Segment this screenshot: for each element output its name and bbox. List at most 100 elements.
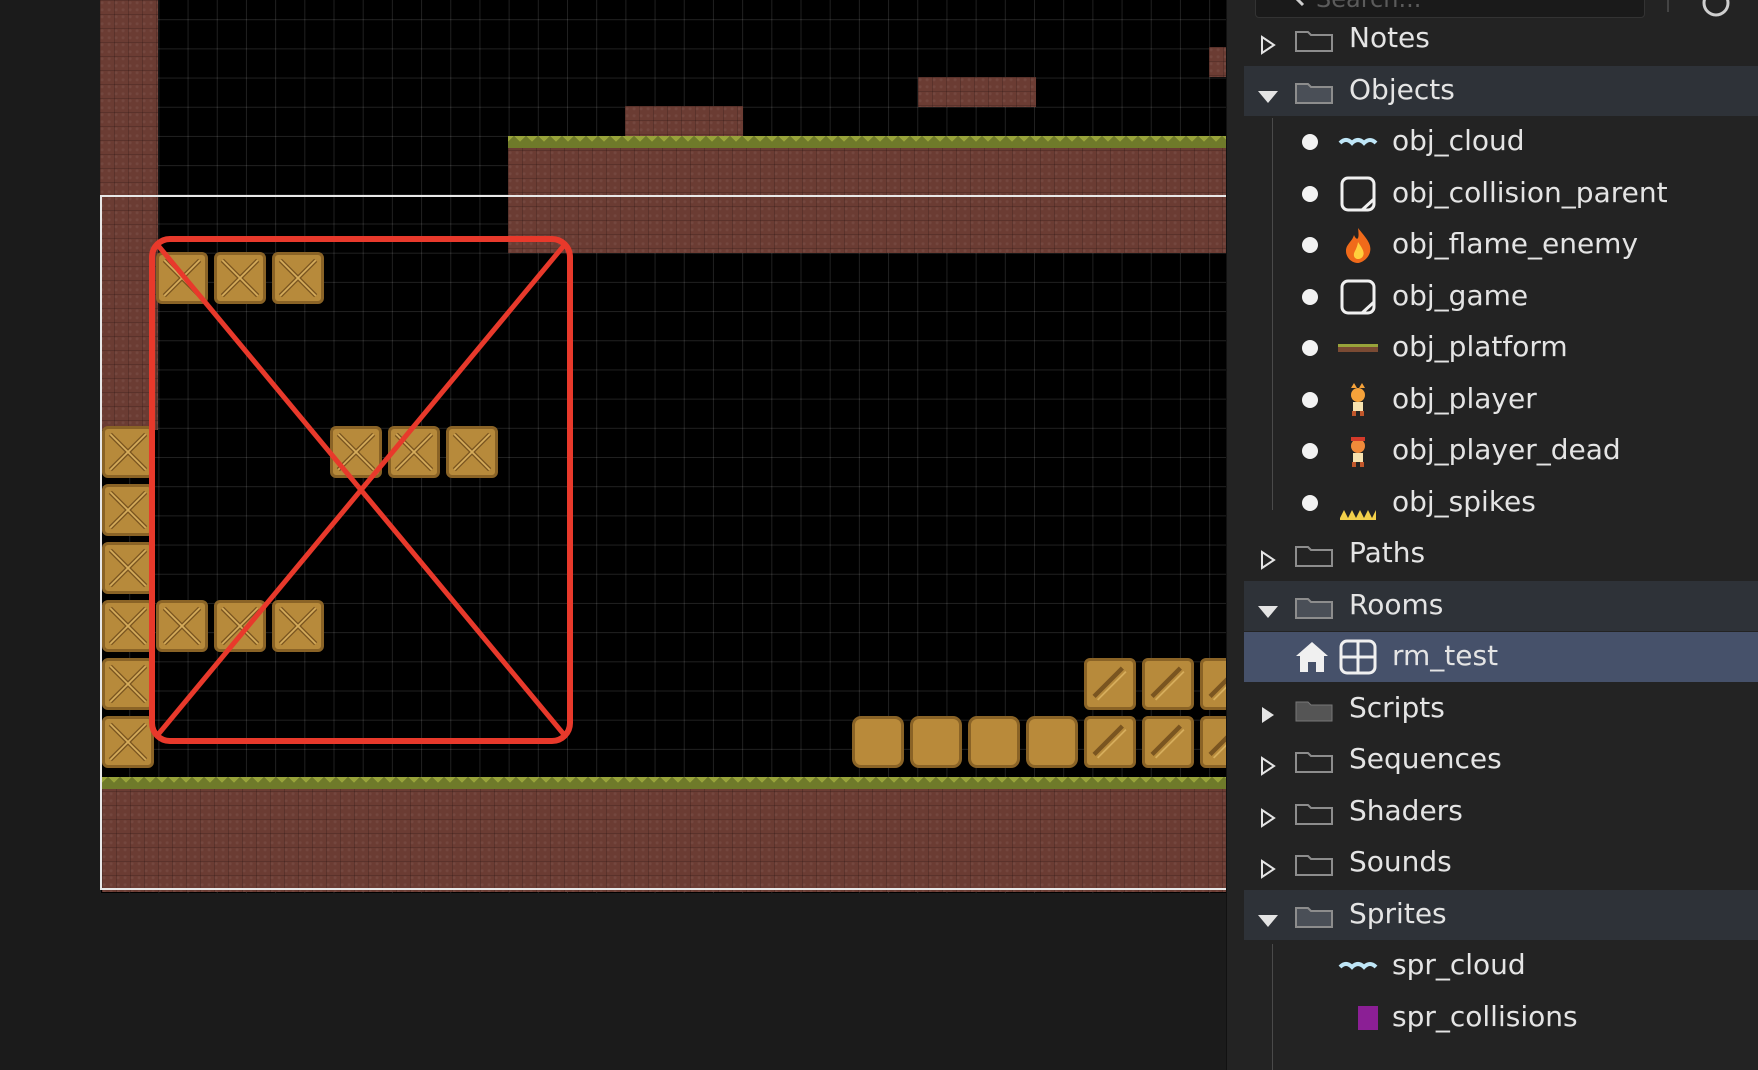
folder-icon bbox=[1294, 594, 1334, 619]
crate-tile bbox=[102, 426, 154, 478]
folder-label: Sprites bbox=[1349, 896, 1447, 930]
folder-label: Sounds bbox=[1349, 845, 1452, 878]
tree-item-obj-game[interactable]: obj_game bbox=[1244, 272, 1758, 322]
chevron-down-icon[interactable] bbox=[1258, 81, 1278, 103]
asset-label: obj_player_dead bbox=[1392, 433, 1621, 466]
chevron-right-icon[interactable] bbox=[1258, 750, 1278, 776]
tree-folder-sprites[interactable]: Sprites bbox=[1244, 889, 1758, 940]
asset-label: spr_collisions bbox=[1392, 999, 1578, 1033]
home-icon bbox=[1292, 638, 1332, 676]
tree-item-obj-player[interactable]: obj_player bbox=[1244, 375, 1758, 425]
tree-item-spr-collisions[interactable]: spr_collisions bbox=[1244, 993, 1758, 1043]
ground-tile-upper bbox=[508, 136, 1226, 253]
folder-label: Sequences bbox=[1349, 742, 1502, 775]
instance-dot-icon bbox=[1302, 443, 1318, 459]
purple-square-icon bbox=[1338, 999, 1382, 1037]
slash-crate-tile bbox=[1200, 658, 1226, 710]
folder-icon bbox=[1294, 79, 1334, 104]
plain-block-tile bbox=[968, 716, 1020, 768]
slash-crate-tile bbox=[1142, 658, 1194, 710]
tree-folder-objects[interactable]: Objects bbox=[1244, 65, 1758, 116]
crate-tile bbox=[102, 484, 154, 536]
chevron-down-icon[interactable] bbox=[1258, 596, 1278, 618]
room-editor-canvas[interactable] bbox=[0, 0, 1226, 1070]
tree-folder-paths[interactable]: Paths bbox=[1244, 529, 1758, 579]
asset-label: obj_cloud bbox=[1392, 124, 1525, 157]
folder-icon bbox=[1294, 697, 1334, 721]
tree-item-obj-cloud[interactable]: obj_cloud bbox=[1244, 117, 1758, 167]
instance-dot-icon bbox=[1302, 391, 1318, 408]
folder-icon bbox=[1294, 748, 1334, 773]
grass-edge bbox=[508, 136, 1226, 148]
tree-item-obj-spikes[interactable]: obj_spikes bbox=[1244, 478, 1758, 528]
chevron-right-icon[interactable] bbox=[1258, 544, 1278, 570]
instance-dot-icon bbox=[1302, 494, 1318, 511]
tree-item-obj-flame-enemy[interactable]: obj_flame_enemy bbox=[1244, 220, 1758, 270]
grass-edge bbox=[102, 777, 1226, 789]
crate-tile bbox=[102, 716, 154, 768]
collision-instance-outline[interactable] bbox=[148, 235, 574, 745]
folder-icon bbox=[1294, 851, 1334, 876]
asset-label: obj_player bbox=[1392, 381, 1537, 415]
ground-tile-ledge bbox=[1209, 47, 1226, 77]
toolbar-divider bbox=[1667, 0, 1669, 12]
search-icon bbox=[1295, 0, 1305, 7]
room-icon bbox=[1338, 638, 1378, 676]
tree-folder-shaders[interactable]: Shaders bbox=[1244, 787, 1758, 837]
plain-block-tile bbox=[1026, 716, 1078, 768]
player-dead-icon bbox=[1338, 432, 1378, 470]
spikes-icon bbox=[1338, 484, 1378, 522]
folder-icon bbox=[1294, 542, 1334, 567]
chevron-right-icon[interactable] bbox=[1258, 853, 1278, 879]
search-placeholder: Search... bbox=[1316, 0, 1421, 13]
asset-label: rm_test bbox=[1392, 639, 1499, 672]
folder-icon bbox=[1294, 800, 1334, 825]
folder-label: Paths bbox=[1349, 536, 1426, 569]
tree-item-obj-platform[interactable]: obj_platform bbox=[1244, 323, 1758, 373]
folder-label: Notes bbox=[1349, 21, 1430, 54]
cloud-icon bbox=[1338, 947, 1378, 985]
asset-browser-panel: Search... Notes Objects obj_cloud obj_colli… bbox=[1226, 0, 1758, 1070]
slash-crate-tile bbox=[1142, 716, 1194, 768]
slash-crate-tile bbox=[1200, 716, 1226, 768]
chevron-right-icon[interactable] bbox=[1258, 802, 1278, 828]
chevron-right-icon[interactable] bbox=[1258, 29, 1278, 55]
folder-icon bbox=[1294, 903, 1334, 928]
instance-dot-icon bbox=[1302, 185, 1318, 202]
plain-block-tile bbox=[852, 716, 904, 768]
ground-tile-ledge bbox=[918, 77, 1036, 107]
instance-dot-icon bbox=[1302, 288, 1318, 305]
asset-label: obj_collision_parent bbox=[1392, 175, 1668, 209]
tree-item-spr-cloud[interactable]: spr_cloud bbox=[1244, 941, 1758, 991]
instance-dot-icon bbox=[1302, 237, 1318, 253]
slash-crate-tile bbox=[1084, 658, 1136, 710]
slash-crate-tile bbox=[1084, 716, 1136, 768]
folder-label: Scripts bbox=[1349, 690, 1445, 724]
crate-tile bbox=[102, 600, 154, 652]
folder-label: Objects bbox=[1349, 72, 1455, 106]
object-outline-icon bbox=[1338, 278, 1378, 316]
crate-tile bbox=[102, 542, 154, 594]
plain-block-tile bbox=[910, 716, 962, 768]
chevron-down-icon[interactable] bbox=[1258, 905, 1278, 927]
asset-label: obj_spikes bbox=[1392, 484, 1536, 518]
tree-item-obj-collision-parent[interactable]: obj_collision_parent bbox=[1244, 169, 1758, 219]
tree-folder-rooms[interactable]: Rooms bbox=[1244, 580, 1758, 631]
asset-label: obj_flame_enemy bbox=[1392, 227, 1639, 260]
asset-label: obj_platform bbox=[1392, 330, 1568, 363]
chevron-right-icon[interactable] bbox=[1258, 699, 1278, 723]
folder-label: Rooms bbox=[1349, 587, 1444, 621]
cloud-icon bbox=[1338, 123, 1378, 161]
crate-tile bbox=[102, 658, 154, 710]
tree-item-obj-player-dead[interactable]: obj_player_dead bbox=[1244, 426, 1758, 476]
object-outline-icon bbox=[1338, 175, 1378, 213]
folder-icon bbox=[1294, 27, 1334, 52]
instance-dot-icon bbox=[1302, 340, 1318, 356]
tree-item-rm-test[interactable]: rm_test bbox=[1244, 632, 1758, 682]
tree-folder-notes[interactable]: Notes bbox=[1244, 14, 1758, 64]
tree-folder-sequences[interactable]: Sequences bbox=[1244, 735, 1758, 785]
folder-label: Shaders bbox=[1349, 793, 1463, 827]
platform-icon bbox=[1338, 329, 1378, 367]
tree-folder-sounds[interactable]: Sounds bbox=[1244, 838, 1758, 888]
tree-folder-scripts[interactable]: Scripts bbox=[1244, 684, 1758, 734]
